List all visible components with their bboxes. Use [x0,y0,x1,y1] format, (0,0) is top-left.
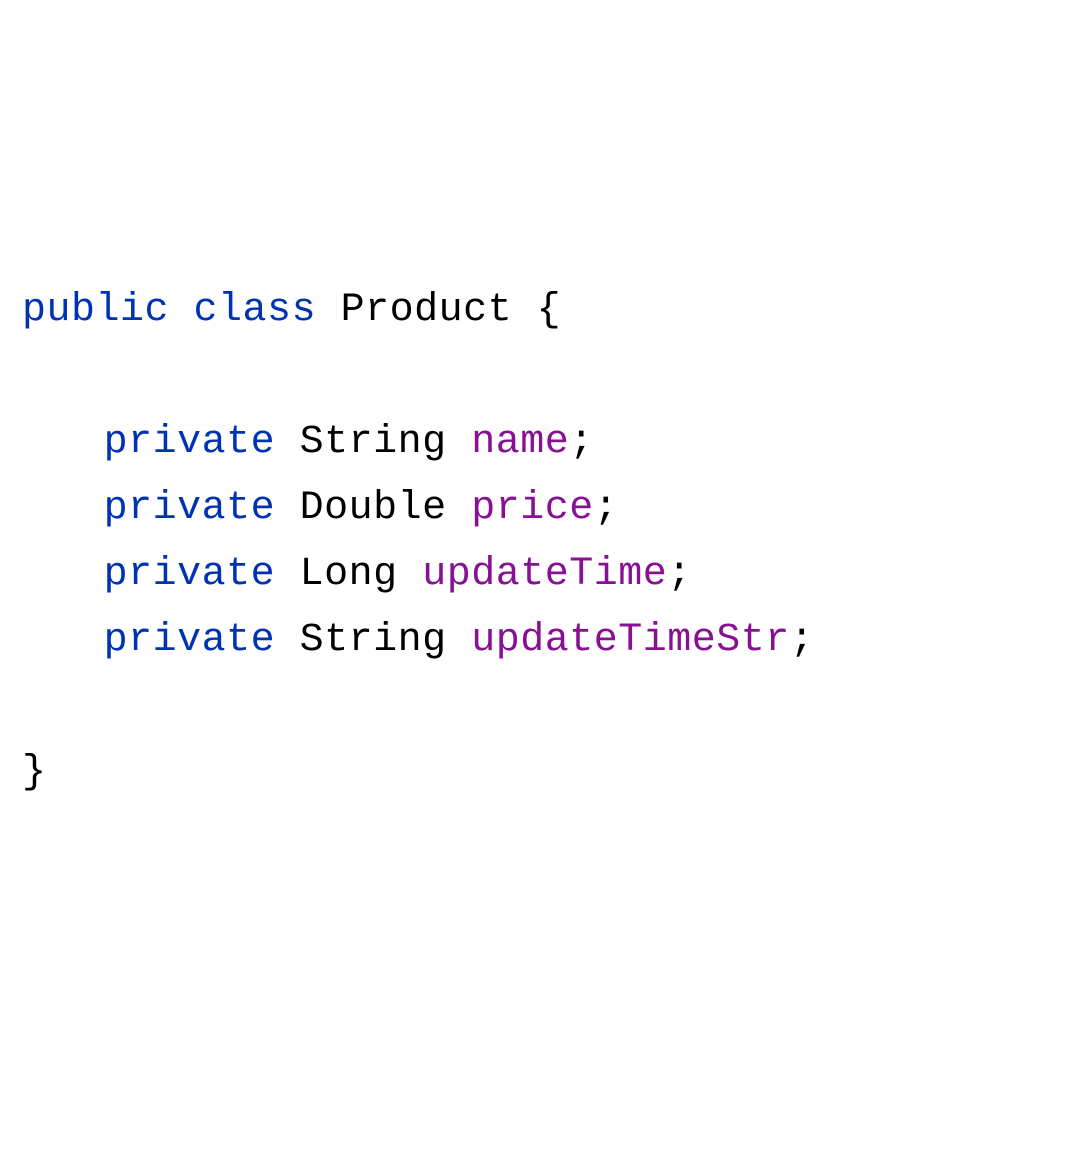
keyword-private: private [104,420,276,465]
semicolon: ; [594,486,619,531]
field-type: Long [300,552,398,597]
field-name: name [471,420,569,465]
class-name: Product [341,288,513,333]
semicolon: ; [790,618,815,663]
field-type: Double [300,486,447,531]
line-class-decl: public class Product { [22,288,561,333]
line-class-end: } [22,750,47,795]
semicolon: ; [667,552,692,597]
keyword-private: private [104,552,276,597]
field-line: private String updateTimeStr; [22,618,814,663]
brace-close: } [22,750,47,795]
code-block: public class Product { private String na… [22,278,1048,806]
keyword-private: private [104,486,276,531]
field-line: private Double price; [22,486,618,531]
field-type: String [300,618,447,663]
keyword-class: class [194,288,317,333]
field-type: String [300,420,447,465]
field-name: price [471,486,594,531]
blank-line [22,354,47,399]
keyword-public: public [22,288,169,333]
field-name: updateTimeStr [471,618,790,663]
semicolon: ; [569,420,594,465]
blank-line [22,684,47,729]
brace-open: { [537,288,562,333]
field-line: private Long updateTime; [22,552,692,597]
field-name: updateTime [422,552,667,597]
keyword-private: private [104,618,276,663]
field-line: private String name; [22,420,594,465]
